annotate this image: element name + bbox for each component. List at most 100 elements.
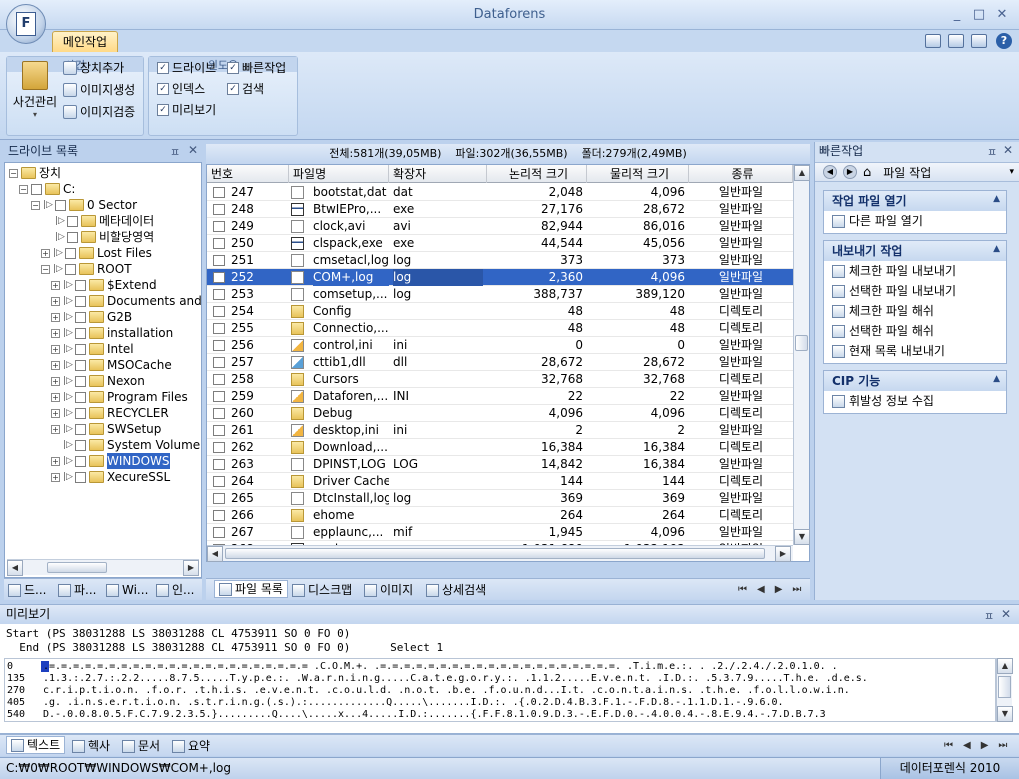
check-index[interactable]: ✓ 인덱스 [157,80,205,97]
col-name[interactable]: 파일명 [289,165,389,183]
pin-icon[interactable]: ㅍ [984,608,994,624]
table-row[interactable]: 265 DtcInstall,log log 369 369 일반파일 [207,490,793,507]
row-checkbox[interactable] [213,476,225,487]
col-logical[interactable]: 논리적 크기 [487,165,587,183]
tree-node-unallocated[interactable]: |▷ 비할당영역 [55,229,154,245]
qa-open-other-file[interactable]: 다른 파일 열기 [824,211,1006,231]
tree-node-documents[interactable]: + |▷ Documents and [51,293,202,309]
scroll-left-icon[interactable]: ◀ [207,546,223,562]
dropdown-icon[interactable]: ▾ [1009,167,1014,177]
tab-main-work[interactable]: 메인작업 [52,31,118,52]
col-no[interactable]: 번호 [207,165,289,183]
table-row[interactable]: 266 ehome 264 264 디렉토리 [207,507,793,524]
tree-node-device[interactable]: − 장치 [9,165,61,181]
col-ext[interactable]: 확장자 [389,165,487,183]
forward-icon[interactable]: ▶ [843,165,857,179]
tab-summary[interactable]: 요약 [172,737,210,755]
tree-node-metadata[interactable]: |▷ 메타데이터 [55,213,154,229]
tree-node-installation[interactable]: + |▷ installation [51,325,173,341]
scroll-left-icon[interactable]: ◀ [7,560,23,576]
back-icon[interactable]: ◀ [823,165,837,179]
app-logo-button[interactable]: F [6,4,46,44]
scroll-right-icon[interactable]: ▶ [183,560,199,576]
tab-drive[interactable]: 드... [8,581,46,599]
row-checkbox[interactable] [213,391,225,402]
row-checkbox[interactable] [213,306,225,317]
qa-export-selected[interactable]: 선택한 파일 내보내기 [824,281,1006,301]
row-checkbox[interactable] [213,510,225,521]
qa-hash-selected[interactable]: 선택한 파일 해쉬 [824,321,1006,341]
table-row[interactable]: 261 desktop,ini ini 2 2 일반파일 [207,422,793,439]
check-search[interactable]: ✓ 검색 [227,80,264,97]
tab-file-list[interactable]: 파일 목록 [214,580,288,598]
scroll-thumb[interactable] [998,676,1011,698]
row-checkbox[interactable] [213,323,225,334]
tab-hex[interactable]: 헥사 [72,737,110,755]
check-preview[interactable]: ✓ 미리보기 [157,101,216,118]
table-row[interactable]: 259 Dataforen,... INI 22 22 일반파일 [207,388,793,405]
table-row[interactable]: 248 BtwIEPro,... exe 27,176 28,672 일반파일 [207,201,793,218]
next-page-icon[interactable]: ▶ [775,581,783,599]
qa-volatile-collect[interactable]: 휘발성 정보 수집 [824,391,1006,411]
close-icon[interactable]: ✕ [188,143,198,157]
col-kind[interactable]: 종류 [689,165,793,183]
row-checkbox[interactable] [213,255,225,266]
check-quick-task[interactable]: ✓ 빠른작업 [227,59,286,76]
collapse-icon[interactable]: ▲ [993,244,1000,254]
tree-node-system-volume[interactable]: |▷ System Volume [63,437,200,453]
table-vscrollbar[interactable]: ▲ ▼ [793,165,810,545]
prev-page-icon[interactable]: ◀ [757,581,765,599]
preview-vscrollbar[interactable]: ▲ ▼ [996,658,1013,722]
device-icon[interactable] [925,34,941,48]
tree-node-recycler[interactable]: + |▷ RECYCLER [51,405,169,421]
maximize-button[interactable]: □ [969,6,989,24]
row-checkbox[interactable] [213,272,225,283]
table-row[interactable]: 250 clspack,exe exe 44,544 45,056 일반파일 [207,235,793,252]
table-row[interactable]: 249 clock,avi avi 82,944 86,016 일반파일 [207,218,793,235]
verify-icon[interactable] [971,34,987,48]
row-checkbox[interactable] [213,289,225,300]
close-window-button[interactable]: ✕ [992,6,1012,24]
first-page-icon[interactable]: ⏮ [944,737,953,755]
row-checkbox[interactable] [213,493,225,504]
scroll-down-icon[interactable]: ▼ [997,706,1013,722]
tree-node-extend[interactable]: + |▷ $Extend [51,277,157,293]
tab-search[interactable]: Wi... [106,581,148,599]
table-row[interactable]: 257 cttib1,dll dll 28,672 28,672 일반파일 [207,354,793,371]
tab-detail-search[interactable]: 상세검색 [426,581,486,599]
tree-node-program-files[interactable]: + |▷ Program Files [51,389,188,405]
tab-file[interactable]: 파... [58,581,96,599]
scroll-up-icon[interactable]: ▲ [794,165,810,181]
close-icon[interactable]: ✕ [1001,607,1011,621]
first-page-icon[interactable]: ⏮ [738,581,747,599]
scroll-thumb[interactable] [47,562,107,573]
table-row[interactable]: 255 Connectio,... 48 48 디렉토리 [207,320,793,337]
table-row[interactable]: 262 Download,... 16,384 16,384 디렉토리 [207,439,793,456]
scroll-right-icon[interactable]: ▶ [775,546,791,562]
tree-node-intel[interactable]: + |▷ Intel [51,341,134,357]
scroll-thumb[interactable] [225,548,765,559]
qa-hash-checked[interactable]: 체크한 파일 해쉬 [824,301,1006,321]
tree-node-swsetup[interactable]: + |▷ SWSetup [51,421,161,437]
last-page-icon[interactable]: ⏭ [792,581,801,599]
home-icon[interactable]: ⌂ [863,165,871,180]
pin-icon[interactable]: ㅍ [170,144,180,160]
table-row[interactable]: 253 comsetup,... log 388,737 389,120 일반파일 [207,286,793,303]
row-checkbox[interactable] [213,527,225,538]
scroll-thumb[interactable] [795,335,808,351]
row-checkbox[interactable] [213,221,225,232]
tree-node-g2b[interactable]: + |▷ G2B [51,309,132,325]
row-checkbox[interactable] [213,204,225,215]
table-row[interactable]: 247 bootstat,dat dat 2,048 4,096 일반파일 [207,184,793,201]
table-hscrollbar[interactable]: ◀ ▶ [207,545,793,562]
qa-section-title[interactable]: 내보내기 작업 [824,241,1006,261]
image-icon[interactable] [948,34,964,48]
tree-hscrollbar[interactable]: ◀ ▶ [7,559,199,576]
qa-export-list[interactable]: 현재 목록 내보내기 [824,341,1006,361]
last-page-icon[interactable]: ⏭ [998,737,1007,755]
check-drive[interactable]: ✓ 드라이브 [157,59,216,76]
tab-document[interactable]: 문서 [122,737,160,755]
tab-disk-map[interactable]: 디스크맵 [292,581,352,599]
row-checkbox[interactable] [213,238,225,249]
row-checkbox[interactable] [213,442,225,453]
